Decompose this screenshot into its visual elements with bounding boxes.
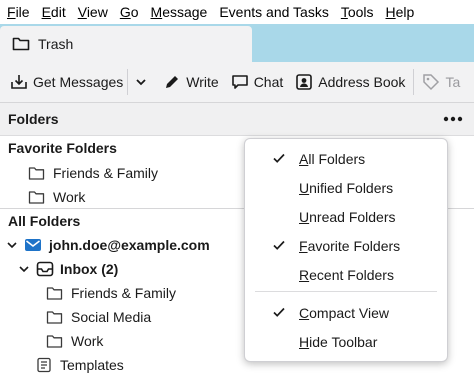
menu-item-unread-folders[interactable]: Unread Folders: [245, 202, 447, 231]
chat-bubble-icon: [231, 75, 248, 89]
menu-message[interactable]: Message: [145, 4, 214, 20]
folder-label: Work: [71, 333, 104, 349]
menu-separator: [255, 291, 437, 292]
folder-pane-header: Folders: [0, 103, 474, 136]
folder-icon: [46, 334, 63, 348]
checkmark-icon: [273, 240, 285, 250]
menu-item-compact-view[interactable]: Compact View: [245, 298, 447, 327]
tag-button[interactable]: Ta: [416, 67, 466, 97]
all-folders-title: All Folders: [8, 213, 81, 229]
menu-item-recent-folders[interactable]: Recent Folders: [245, 260, 447, 289]
get-messages-label: Get Messages: [33, 74, 124, 90]
email-account-icon: [25, 239, 41, 251]
folder-mode-menu: All Folders Unified Folders Unread Folde…: [244, 138, 448, 362]
tab-trash[interactable]: Trash: [0, 26, 252, 62]
account-label: john.doe@example.com: [49, 237, 210, 253]
chat-button[interactable]: Chat: [225, 67, 290, 97]
folder-label: Friends & Family: [53, 165, 159, 181]
menu-item-label: All Folders: [299, 150, 366, 167]
menu-item-label: Unread Folders: [299, 208, 396, 225]
menu-item-unified-folders[interactable]: Unified Folders: [245, 173, 447, 202]
inbox-label: Inbox (2): [60, 261, 119, 277]
menu-item-label: Hide Toolbar: [299, 333, 378, 350]
folder-icon: [28, 190, 45, 204]
folder-icon: [46, 310, 63, 324]
write-button[interactable]: Write: [157, 67, 224, 97]
tag-label: Ta: [445, 74, 461, 90]
get-messages-button[interactable]: Get Messages: [4, 67, 125, 97]
menu-item-label: Recent Folders: [299, 266, 394, 283]
menu-item-label: Favorite Folders: [299, 237, 401, 254]
chat-label: Chat: [253, 74, 284, 90]
menu-item-favorite-folders[interactable]: Favorite Folders: [245, 231, 447, 260]
menu-item-label: Compact View: [299, 304, 390, 321]
tab-label: Trash: [38, 36, 74, 52]
download-icon: [11, 75, 27, 89]
folder-icon: [46, 286, 63, 300]
menu-view[interactable]: View: [72, 4, 114, 20]
inbox-folder-work[interactable]: Work: [46, 329, 103, 353]
menu-edit[interactable]: Edit: [36, 4, 72, 20]
menu-item-label: Unified Folders: [299, 179, 394, 196]
address-book-icon: [296, 74, 313, 90]
pencil-icon: [166, 76, 179, 88]
favorite-folder-friends-family[interactable]: Friends & Family: [28, 161, 158, 185]
templates-icon: [37, 357, 51, 373]
more-dots-icon: [443, 116, 463, 122]
inbox-row[interactable]: Inbox (2): [18, 257, 118, 281]
folder-label: Social Media: [71, 309, 152, 325]
chevron-down-icon: [136, 79, 146, 86]
menu-item-all-folders[interactable]: All Folders: [245, 144, 447, 173]
templates-folder[interactable]: Templates: [36, 353, 124, 377]
menu-go[interactable]: Go: [114, 4, 145, 20]
favorite-folders-title: Favorite Folders: [8, 140, 117, 156]
chevron-down-icon[interactable]: [6, 239, 18, 251]
main-toolbar: Get Messages Write Chat Address Book Ta: [0, 62, 474, 103]
more-options-button[interactable]: [442, 109, 464, 129]
menu-help[interactable]: Help: [380, 4, 421, 20]
folder-pane-title: Folders: [8, 111, 59, 127]
inbox-icon: [36, 261, 54, 277]
folder-label: Friends & Family: [71, 285, 177, 301]
tab-strip: Trash: [0, 24, 474, 62]
menu-item-hide-toolbar[interactable]: Hide Toolbar: [245, 327, 447, 356]
get-messages-dropdown[interactable]: [130, 67, 157, 97]
folder-icon: [28, 166, 45, 180]
folder-icon: [12, 37, 30, 51]
inbox-folder-social-media[interactable]: Social Media: [46, 305, 151, 329]
menu-file[interactable]: File: [0, 4, 36, 20]
menu-events-and-tasks[interactable]: Events and Tasks: [213, 4, 334, 20]
inbox-folder-friends-family[interactable]: Friends & Family: [46, 281, 176, 305]
tag-icon: [423, 74, 440, 91]
chevron-down-icon[interactable]: [18, 263, 30, 275]
checkmark-icon: [273, 307, 285, 317]
folder-label: Work: [53, 189, 86, 205]
address-book-button[interactable]: Address Book: [289, 67, 411, 97]
address-book-label: Address Book: [318, 74, 406, 90]
toolbar-divider: [413, 69, 415, 95]
write-label: Write: [186, 74, 219, 90]
menu-bar: File Edit View Go Message Events and Tas…: [0, 0, 474, 24]
toolbar-divider: [127, 69, 129, 95]
account-row[interactable]: john.doe@example.com: [6, 233, 210, 257]
checkmark-icon: [273, 153, 285, 163]
folder-label: Templates: [60, 357, 124, 373]
favorite-folder-work[interactable]: Work: [28, 185, 85, 209]
menu-tools[interactable]: Tools: [335, 4, 380, 20]
